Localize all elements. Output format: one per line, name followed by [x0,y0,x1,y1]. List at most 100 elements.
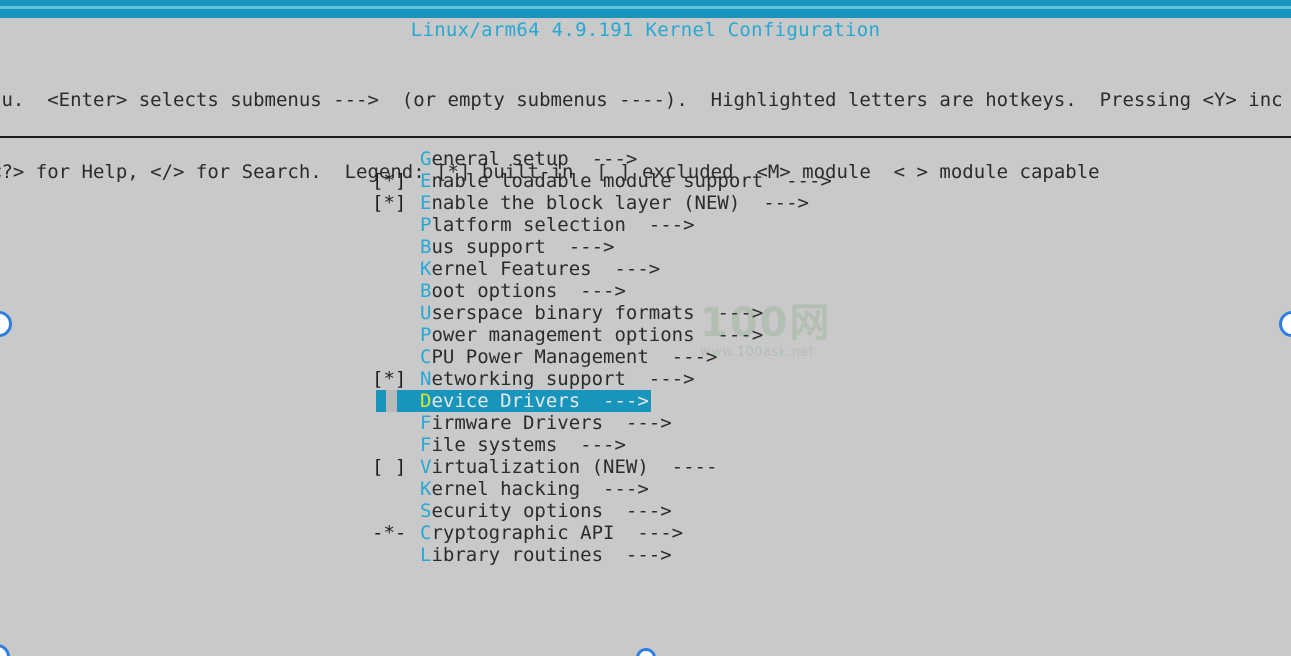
menu-item-label: Kernel Features ---> [420,258,660,280]
menu-item-text: oot options [431,280,558,302]
menu-item-text: us support [431,236,546,258]
menu-item-label: File systems ---> [420,434,626,456]
menu-item-text: ibrary routines [431,544,604,566]
menu-item-submenu-arrow: ---> [603,544,672,566]
menu-item-hotkey: L [420,544,432,566]
menu-item-text: etworking support [431,368,626,390]
menu-item[interactable]: Power management options ---> [0,324,1291,346]
menu-item[interactable]: Userspace binary formats ---> [0,302,1291,324]
menu-item-state-marker[interactable]: [*] [372,170,406,192]
menu-item-submenu-arrow: ---> [580,478,649,500]
menu-item-text: ecurity options [431,500,604,522]
menu-item-hotkey: S [420,500,432,522]
menu-item-text: latform selection [431,214,626,236]
menu-item-hotkey: P [420,324,432,346]
menu-item-submenu-arrow: ---> [614,522,684,544]
menu-item[interactable]: Kernel hacking ---> [0,478,1291,500]
menu-item-label: Enable loadable module support ---> [420,170,832,192]
menu-item-label: Power management options ---> [420,324,763,346]
menu-item-text: ryptographic API [431,522,615,544]
menu-item-submenu-arrow: ---> [557,434,626,456]
menu-item[interactable]: Bus support ---> [0,236,1291,258]
menu-item-label: Security options ---> [420,500,672,522]
menu-item-hotkey: C [420,346,432,368]
menu-item-submenu-arrow: ---> [603,412,672,434]
menu-item-label: General setup ---> [420,148,637,170]
menu-item[interactable]: Kernel Features ---> [0,258,1291,280]
menu-item-label: Virtualization (NEW) ---- [420,456,717,478]
menu-item-submenu-arrow: ---- [648,456,718,478]
menu-item-text: PU Power Management [431,346,649,368]
menu-item-hotkey: P [420,214,432,236]
kernel-config-screen: Linux/arm64 4.9.191 Kernel Configuration… [0,0,1291,656]
menu-item-text: ernel Features [431,258,592,280]
menu-item-label: CPU Power Management ---> [420,346,717,368]
menu-item-hotkey: F [420,412,432,434]
menu-item-label: Bus support ---> [420,236,614,258]
menu-item[interactable]: General setup ---> [0,148,1291,170]
menu-item-label: Boot options ---> [420,280,626,302]
menu-item[interactable]: Platform selection ---> [0,214,1291,236]
menu-item[interactable]: [*] Enable loadable module support ---> [0,170,1291,192]
menu-item-submenu-arrow: ---> [568,148,638,170]
menu-item[interactable]: [*] Enable the block layer (NEW) ---> [0,192,1291,214]
menu-item-submenu-arrow: ---> [580,390,649,412]
menu-item-submenu-arrow: ---> [740,192,809,214]
menu-item-label: Networking support ---> [420,368,695,390]
menu-item[interactable]: Boot options ---> [0,280,1291,302]
menu-item-label: Device Drivers ---> [420,390,651,412]
menu-item-submenu-arrow: ---> [625,214,695,236]
menu-item-hotkey: U [420,302,432,324]
menu-item-label: Userspace binary formats ---> [420,302,763,324]
menu-item[interactable]: -*- Cryptographic API ---> [0,522,1291,544]
menu-item-state-marker[interactable]: [*] [372,368,406,390]
menu-item-text: nable the block layer (NEW) [431,192,741,214]
menu-item-label: Library routines ---> [420,544,672,566]
menu-item-submenu-arrow: ---> [591,258,661,280]
menu-item-hotkey: K [420,478,432,500]
menu-item-hotkey: E [420,170,432,192]
page-title: Linux/arm64 4.9.191 Kernel Configuration [410,19,881,41]
menu-item-hotkey: N [420,368,432,390]
top-accent-band [0,0,1291,18]
menu-item-submenu-arrow: ---> [545,236,615,258]
menu-item[interactable]: Security options ---> [0,500,1291,522]
menu-item-hotkey: B [420,280,432,302]
menu-item-hotkey: B [420,236,432,258]
selection-cursor-bar [376,390,386,412]
menu-item-hotkey: D [420,390,432,412]
help-line-1: nu. <Enter> selects submenus ---> (or em… [0,89,1283,111]
menu-item-submenu-arrow: ---> [603,500,672,522]
menu-item[interactable]: CPU Power Management ---> [0,346,1291,368]
menu-item-text: ernel hacking [431,478,581,500]
selection-bar-extension [397,390,420,412]
menu-item[interactable]: [ ] Virtualization (NEW) ---- [0,456,1291,478]
menu-item-submenu-arrow: ---> [694,302,764,324]
menu-item[interactable]: Firmware Drivers ---> [0,412,1291,434]
menu-item-hotkey: C [420,522,432,544]
menu-item-state-marker[interactable]: -*- [372,522,406,544]
menu-item[interactable]: Library routines ---> [0,544,1291,566]
menu-item-state-marker[interactable]: [*] [372,192,406,214]
menu-item-submenu-arrow: ---> [648,346,718,368]
menu-item-label: Kernel hacking ---> [420,478,649,500]
menu-item-state-marker[interactable]: [ ] [372,456,406,478]
menuconfig-dialog: Linux/arm64 4.9.191 Kernel Configuration… [0,18,1291,656]
menu-item-label: Platform selection ---> [420,214,695,236]
menu-item[interactable]: [*] Networking support ---> [0,368,1291,390]
menu-item-submenu-arrow: ---> [694,324,764,346]
menu-item-text: irmware Drivers [431,412,604,434]
menu-item-hotkey: V [420,456,432,478]
menu-item-label: Enable the block layer (NEW) ---> [420,192,809,214]
menu-item-hotkey: E [420,192,432,214]
selection-gap [386,390,397,412]
menu-item-hotkey: F [420,434,432,456]
menu-item[interactable]: File systems ---> [0,434,1291,456]
menu-item-hotkey: G [420,148,432,170]
menu-item-text: eneral setup [431,148,569,170]
menu-item-submenu-arrow: ---> [625,368,695,390]
menu-item-label: Firmware Drivers ---> [420,412,672,434]
menu-item-text: nable loadable module support [431,170,764,192]
menu-item[interactable]: Device Drivers ---> [0,390,1291,412]
menu-item-label: Cryptographic API ---> [420,522,683,544]
